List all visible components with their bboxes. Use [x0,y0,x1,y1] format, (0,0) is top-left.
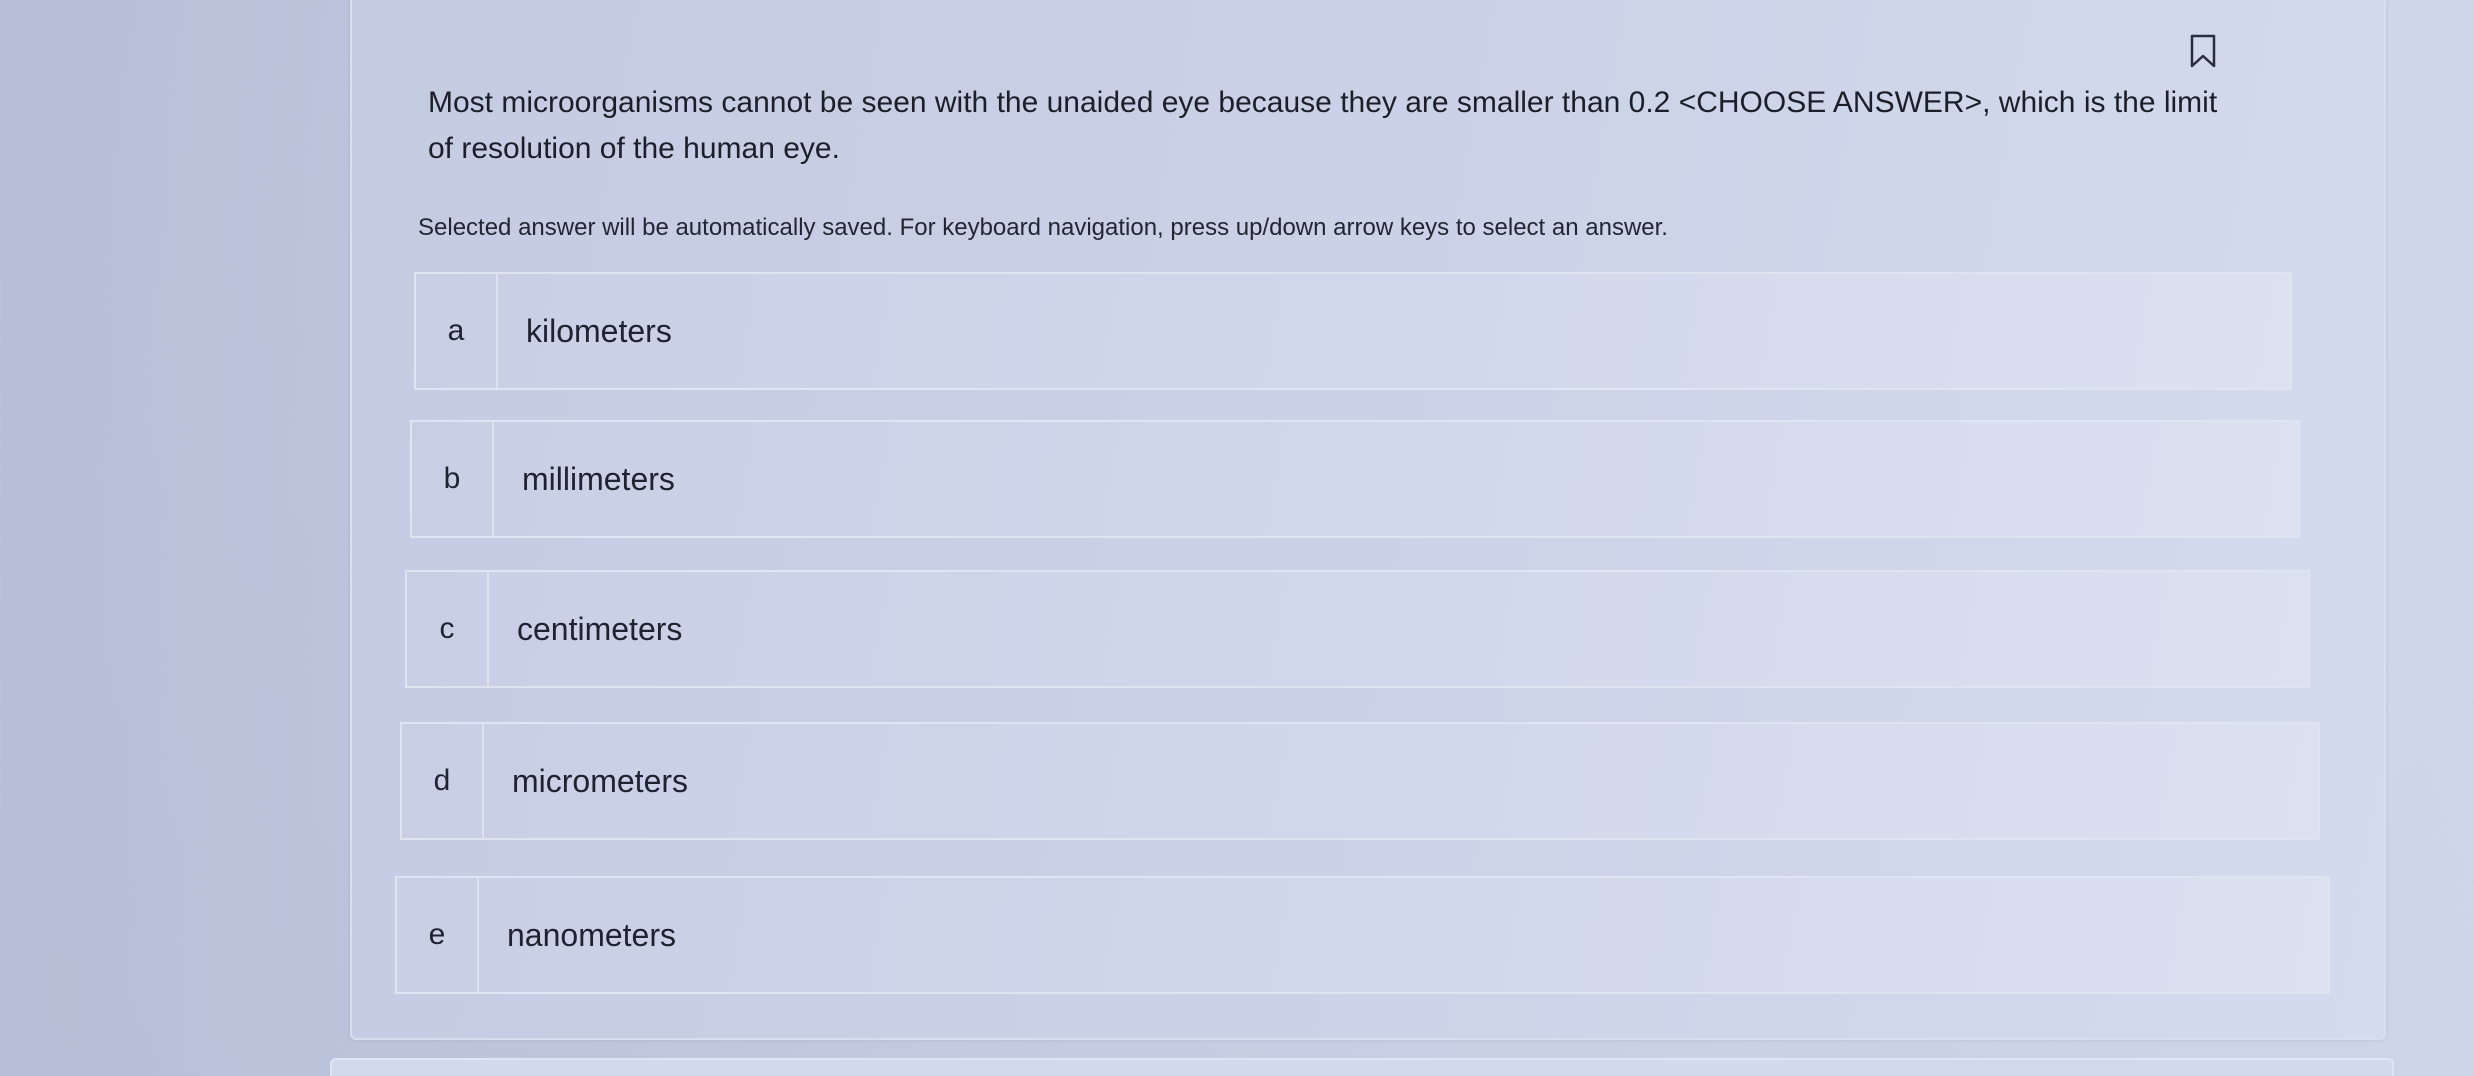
answer-option-b[interactable]: b millimeters [410,420,2300,538]
option-letter: b [412,422,494,536]
answer-option-e[interactable]: e nanometers [395,876,2330,994]
option-letter: d [402,724,484,838]
instructions-text: Selected answer will be automatically sa… [418,214,1668,241]
option-letter: c [407,572,489,686]
option-label: kilometers [526,312,672,349]
bookmark-icon[interactable] [2190,34,2216,68]
option-label: nanometers [507,916,676,953]
answer-option-d[interactable]: d micrometers [400,722,2320,840]
option-letter: a [416,274,498,388]
option-label: centimeters [517,610,683,647]
option-label: micrometers [512,762,689,799]
option-letter: e [397,878,479,992]
answer-option-c[interactable]: c centimeters [405,570,2310,688]
answer-option-a[interactable]: a kilometers [414,272,2292,390]
question-text: Most microorganisms cannot be seen with … [428,86,2218,165]
next-question-card [330,1058,2394,1076]
option-label: millimeters [522,460,675,497]
